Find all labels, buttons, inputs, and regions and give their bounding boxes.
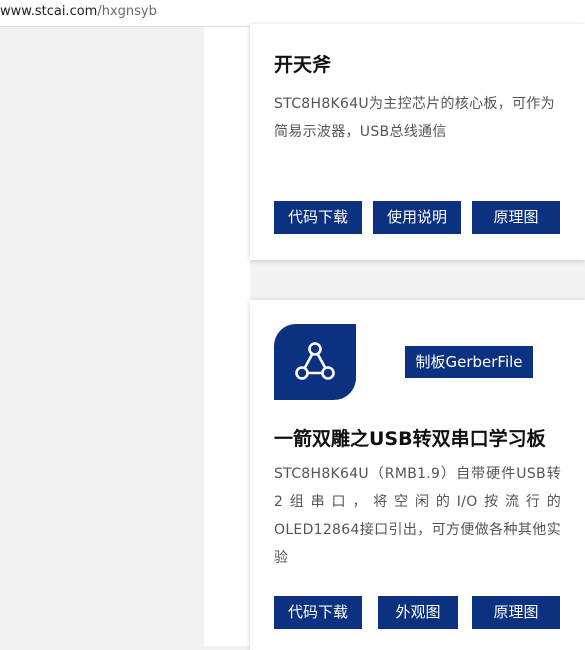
code-download-button[interactable]: 代码下载: [274, 201, 362, 234]
share-nodes-icon: [295, 342, 335, 380]
schematic-button[interactable]: 原理图: [472, 201, 560, 234]
content-column-background: [204, 27, 250, 646]
address-path: /hxgnsyb: [97, 4, 157, 19]
address-bar[interactable]: www.stcai.com/hxgnsyb: [0, 0, 585, 27]
schematic-button[interactable]: 原理图: [472, 596, 560, 629]
product-card-usb-dual-serial: 制板GerberFile 一箭双雕之USB转双串口学习板 STC8H8K64U（…: [250, 300, 585, 650]
gerber-file-button[interactable]: 制板GerberFile: [405, 346, 533, 378]
card-description: STC8H8K64U（RMB1.9）自带硬件USB转2组串口，将空闲的I/O按流…: [274, 466, 561, 566]
code-download-button[interactable]: 代码下载: [274, 596, 362, 629]
card-title: 一箭双雕之USB转双串口学习板: [274, 428, 546, 450]
address-host: www.stcai.com: [0, 4, 98, 19]
card-description: STC8H8K64U为主控芯片的核心板，可作为简易示波器，USB总线通信: [274, 96, 555, 140]
user-manual-button[interactable]: 使用说明: [373, 201, 461, 234]
card-title: 开天斧: [274, 54, 332, 76]
card-logo: [274, 324, 356, 400]
appearance-image-button[interactable]: 外观图: [378, 596, 458, 629]
product-card-kaitianfu: 开天斧 STC8H8K64U为主控芯片的核心板，可作为简易示波器，USB总线通信…: [250, 24, 585, 260]
